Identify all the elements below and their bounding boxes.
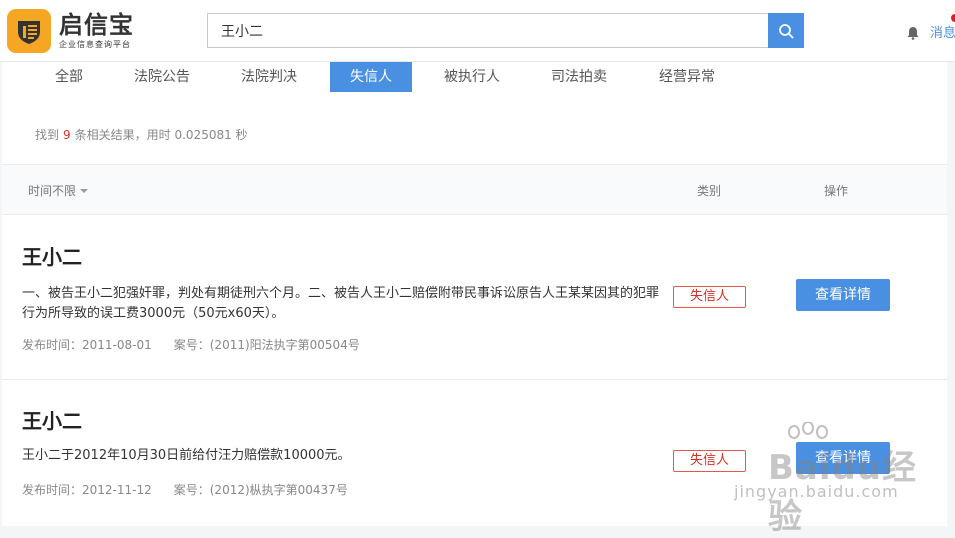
tab-dishonest-person[interactable]: 失信人: [330, 62, 412, 92]
tab-court-announcement[interactable]: 法院公告: [126, 62, 198, 92]
result-meta: 发布时间：2012-11-12 案号：(2012)枞执字第00437号: [22, 481, 348, 498]
search-bar: [207, 13, 804, 48]
result-title[interactable]: 王小二: [22, 241, 82, 270]
logo[interactable]: 启信宝 企业信息查询平台: [7, 9, 134, 53]
tab-all[interactable]: 全部: [36, 62, 102, 92]
logo-subtitle: 企业信息查询平台: [59, 40, 131, 49]
filter-bar: 时间不限 类别 操作: [2, 164, 947, 215]
result-count: 9: [63, 128, 71, 142]
result-description: 王小二于2012年10月30日前给付汪力赔偿款10000元。: [22, 448, 351, 463]
publish-time: 发布时间：2012-11-12: [22, 483, 152, 497]
result-item: 王小二 王小二于2012年10月30日前给付汪力赔偿款10000元。 发布时间：…: [2, 380, 947, 526]
top-header: 启信宝 企业信息查询平台 消息: [0, 0, 955, 62]
search-input[interactable]: [207, 13, 768, 48]
view-details-button[interactable]: 查看详情: [796, 279, 890, 311]
view-details-button[interactable]: 查看详情: [796, 442, 890, 474]
case-number: 案号：(2011)阳法执字第00504号: [173, 338, 360, 352]
logo-badge-icon: [7, 9, 51, 53]
case-number: 案号：(2012)枞执字第00437号: [173, 483, 348, 497]
result-meta: 发布时间：2011-08-01 案号：(2011)阳法执字第00504号: [22, 336, 360, 353]
main-panel: 全部 法院公告 法院判决 失信人 被执行人 司法拍卖 经营异常 找到 9 条相关结果…: [2, 62, 947, 526]
result-item: 王小二 一、被告王小二犯强奸罪，判处有期徒刑六个月。二、被告人王小二赔偿附带民事…: [2, 215, 947, 380]
unread-dot: [951, 14, 955, 22]
search-button[interactable]: [768, 13, 804, 48]
time-filter-dropdown[interactable]: 时间不限: [28, 182, 89, 199]
caret-down-icon: [80, 189, 89, 193]
result-title[interactable]: 王小二: [22, 405, 82, 434]
category-column-header: 类别: [697, 184, 722, 198]
category-tabs: 全部 法院公告 法院判决 失信人 被执行人 司法拍卖 经营异常: [2, 62, 947, 94]
result-description: 一、被告王小二犯强奸罪，判处有期徒刑六个月。二、被告人王小二赔偿附带民事诉讼原告…: [22, 286, 660, 321]
search-icon: [779, 23, 794, 38]
action-column-header: 操作: [824, 184, 849, 198]
logo-name: 启信宝: [59, 11, 134, 39]
publish-time: 发布时间：2011-08-01: [22, 338, 152, 352]
messages-link[interactable]: 消息: [930, 22, 955, 41]
tab-court-judgment[interactable]: 法院判决: [233, 62, 305, 92]
tab-executed-person[interactable]: 被执行人: [436, 62, 508, 92]
bell-icon[interactable]: [906, 25, 920, 44]
category-badge: 失信人: [673, 286, 746, 308]
tab-abnormal-operation[interactable]: 经营异常: [651, 62, 723, 92]
result-summary: 找到 9 条相关结果，用时 0.025081 秒: [35, 128, 248, 142]
category-badge: 失信人: [673, 450, 746, 472]
tab-judicial-auction[interactable]: 司法拍卖: [543, 62, 615, 92]
